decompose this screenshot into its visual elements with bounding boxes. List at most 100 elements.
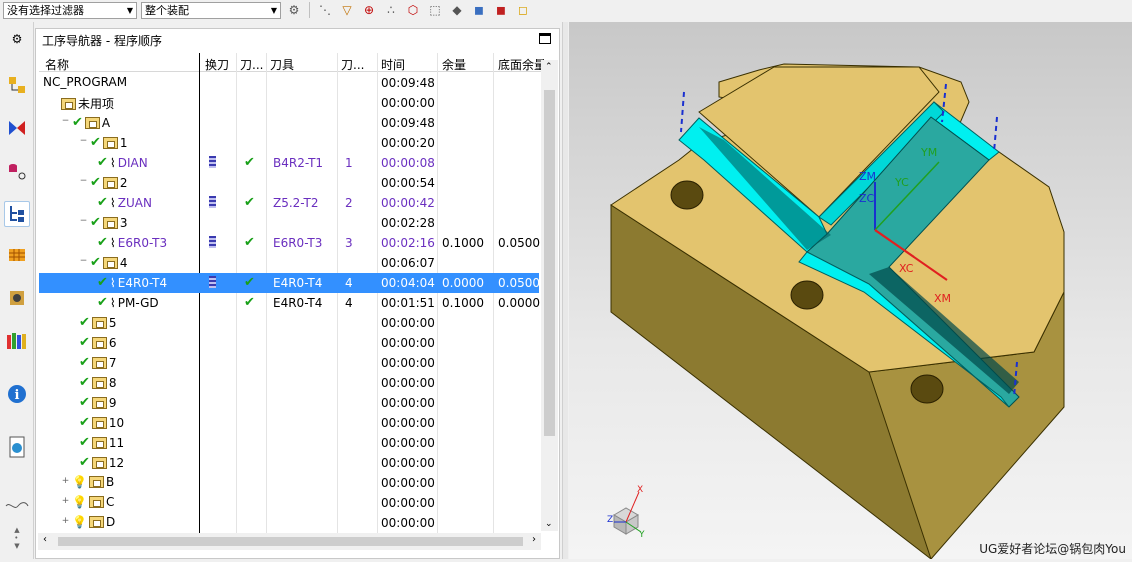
- program-folder-icon: [91, 436, 107, 449]
- name-cell: ✔ ⌇ PM-GD: [97, 295, 159, 310]
- time-cell: 00:06:07: [381, 256, 435, 270]
- row-name: 3: [119, 215, 128, 230]
- graphics-viewport[interactable]: ZM ZC YM YC XC XM X Y Z UG爱好者论坛@锅包肉You: [569, 22, 1132, 560]
- expand-toggle-icon[interactable]: +: [61, 516, 70, 527]
- snap-point-icon[interactable]: ⊕: [360, 1, 378, 19]
- name-cell: ✔ 7: [79, 355, 117, 370]
- table-row[interactable]: 未用项 00:00:00: [39, 93, 539, 113]
- table-row[interactable]: ✔ 9 00:00:00: [39, 393, 539, 413]
- time-cell: 00:00:00: [381, 96, 435, 110]
- box-select-icon[interactable]: ⬚: [426, 1, 444, 19]
- filter-icon[interactable]: ⋱: [316, 1, 334, 19]
- expand-toggle-icon[interactable]: −: [61, 117, 70, 127]
- col-header-time[interactable]: 时间: [381, 56, 405, 73]
- col-header-floor-stock[interactable]: 底面余量: [498, 56, 546, 73]
- part-model[interactable]: ZM ZC YM YC XC XM X Y Z: [569, 22, 1132, 560]
- row-name: 12: [108, 455, 125, 470]
- time-cell: 00:00:00: [381, 516, 435, 530]
- col-header-path[interactable]: 刀...: [240, 56, 266, 73]
- table-row[interactable]: ✔ 12 00:00:00: [39, 453, 539, 473]
- cube-view-icon[interactable]: ◼: [470, 1, 488, 19]
- table-row[interactable]: + 💡 D 00:00:00: [39, 513, 539, 533]
- floor-stock-cell: 0.0000: [498, 296, 540, 310]
- table-row[interactable]: + 💡 B 00:00:00: [39, 473, 539, 493]
- panel-splitter[interactable]: [562, 22, 568, 559]
- settings-icon[interactable]: ⚙: [4, 26, 30, 52]
- table-row[interactable]: NC_PROGRAM 00:09:48: [39, 73, 539, 93]
- grid-header: 名称 换刀 刀... 刀具 刀... 时间 余量 底面余量: [39, 53, 556, 72]
- machine-tool-navigator-icon[interactable]: [4, 242, 30, 268]
- points-icon[interactable]: ∴: [382, 1, 400, 19]
- program-folder-icon: [91, 456, 107, 469]
- table-row[interactable]: ✔ ⌇ DIAN ✔ B4R2-T1 1 00:00:08: [39, 153, 539, 173]
- hexagon-icon[interactable]: ⬡: [404, 1, 422, 19]
- scroll-down-icon[interactable]: ⌄: [545, 519, 553, 529]
- eraser-icon[interactable]: ◆: [448, 1, 466, 19]
- table-row[interactable]: − ✔ 4 00:06:07: [39, 253, 539, 273]
- expand-toggle-icon[interactable]: −: [79, 257, 88, 267]
- table-row[interactable]: ✔ ⌇ PM-GD ✔ E4R0-T4 4 00:01:51 0.1000 0.0000: [39, 293, 540, 313]
- scroll-up-icon[interactable]: ⌃: [545, 62, 553, 72]
- table-row[interactable]: ✔ 5 00:00:00: [39, 313, 539, 333]
- assembly-filter-icon[interactable]: ⚙: [285, 1, 303, 19]
- col-header-tool-change[interactable]: 换刀: [205, 56, 229, 73]
- assembly-scope-dropdown[interactable]: 整个装配 ▼: [141, 1, 281, 19]
- scroll-thumb[interactable]: [544, 90, 555, 436]
- vertical-scrollbar[interactable]: ⌃ ⌄: [541, 60, 558, 531]
- expand-toggle-icon[interactable]: +: [61, 496, 70, 507]
- table-row[interactable]: − ✔ A 00:09:48: [39, 113, 539, 133]
- type-filter-icon[interactable]: ▽: [338, 1, 356, 19]
- table-row[interactable]: ✔ 7 00:00:00: [39, 353, 539, 373]
- table-row[interactable]: − ✔ 1 00:00:20: [39, 133, 539, 153]
- part-navigator-icon[interactable]: [4, 158, 30, 184]
- selection-filter-dropdown[interactable]: 没有选择过滤器 ▼: [3, 1, 137, 19]
- tool-number-cell: 4: [345, 296, 353, 310]
- triad-y: Y: [638, 530, 645, 540]
- program-folder-icon: [88, 516, 104, 528]
- resource-bar: ⚙ i ▲ • ▼: [0, 22, 34, 559]
- table-row[interactable]: ✔ ⌇ E4R0-T4 ✔ E4R0-T4 4 00:04:04 0.0000 0.0500: [39, 273, 540, 293]
- col-header-stock[interactable]: 余量: [442, 56, 466, 73]
- info-icon[interactable]: i: [4, 381, 30, 407]
- tool-number-cell: 1: [345, 156, 353, 170]
- program-folder-icon: [91, 416, 107, 429]
- col-header-tool-number[interactable]: 刀...: [341, 56, 369, 73]
- scroll-left-icon[interactable]: ‹: [43, 534, 47, 545]
- table-row[interactable]: ✔ ⌇ E6R0-T3 ✔ E6R0-T3 3 00:02:16 0.1000 0.0500: [39, 233, 540, 253]
- time-cell: 00:00:00: [381, 316, 435, 330]
- navigator-grid: 名称 换刀 刀... 刀具 刀... 时间 余量 底面余量 NC_PROGRAM…: [39, 53, 556, 549]
- table-row[interactable]: ✔ 8 00:00:00: [39, 373, 539, 393]
- horizontal-scrollbar[interactable]: ‹ ›: [38, 533, 541, 550]
- palette-library-icon[interactable]: [4, 328, 30, 354]
- operation-navigator-icon[interactable]: [4, 201, 30, 227]
- table-row[interactable]: ✔ ⌇ ZUAN ✔ Z5.2-T2 2 00:00:42: [39, 193, 539, 213]
- rail-scroll-icon[interactable]: ▲ • ▼: [4, 518, 30, 558]
- expand-toggle-icon[interactable]: +: [61, 476, 70, 487]
- history-icon[interactable]: [4, 492, 30, 518]
- scroll-right-icon[interactable]: ›: [532, 534, 536, 545]
- constraint-navigator-icon[interactable]: [4, 115, 30, 141]
- reuse-library-icon[interactable]: [4, 285, 30, 311]
- maximize-icon[interactable]: [539, 33, 551, 44]
- table-row[interactable]: − ✔ 3 00:02:28: [39, 213, 539, 233]
- expand-toggle-icon[interactable]: −: [79, 177, 88, 187]
- time-cell: 00:00:00: [381, 476, 435, 490]
- table-row[interactable]: + 💡 C 00:00:00: [39, 493, 539, 513]
- table-row[interactable]: − ✔ 2 00:00:54: [39, 173, 539, 193]
- check-icon: ✔: [90, 135, 101, 150]
- col-header-name[interactable]: 名称: [45, 56, 69, 73]
- table-row[interactable]: ✔ 6 00:00:00: [39, 333, 539, 353]
- expand-toggle-icon[interactable]: −: [79, 217, 88, 227]
- hscroll-thumb[interactable]: [58, 537, 523, 546]
- expand-toggle-icon[interactable]: −: [79, 137, 88, 147]
- table-row[interactable]: ✔ 10 00:00:00: [39, 413, 539, 433]
- program-folder-icon: [91, 376, 107, 389]
- check-icon: ✔: [90, 215, 101, 230]
- col-header-tool[interactable]: 刀具: [270, 56, 294, 73]
- table-row[interactable]: ✔ 11 00:00:00: [39, 433, 539, 453]
- red-cube-icon[interactable]: ◼: [492, 1, 510, 19]
- assembly-navigator-icon[interactable]: [4, 72, 30, 98]
- wire-cube-icon[interactable]: ◻: [514, 1, 532, 19]
- web-browser-icon[interactable]: [4, 434, 30, 460]
- row-name: D: [105, 515, 116, 529]
